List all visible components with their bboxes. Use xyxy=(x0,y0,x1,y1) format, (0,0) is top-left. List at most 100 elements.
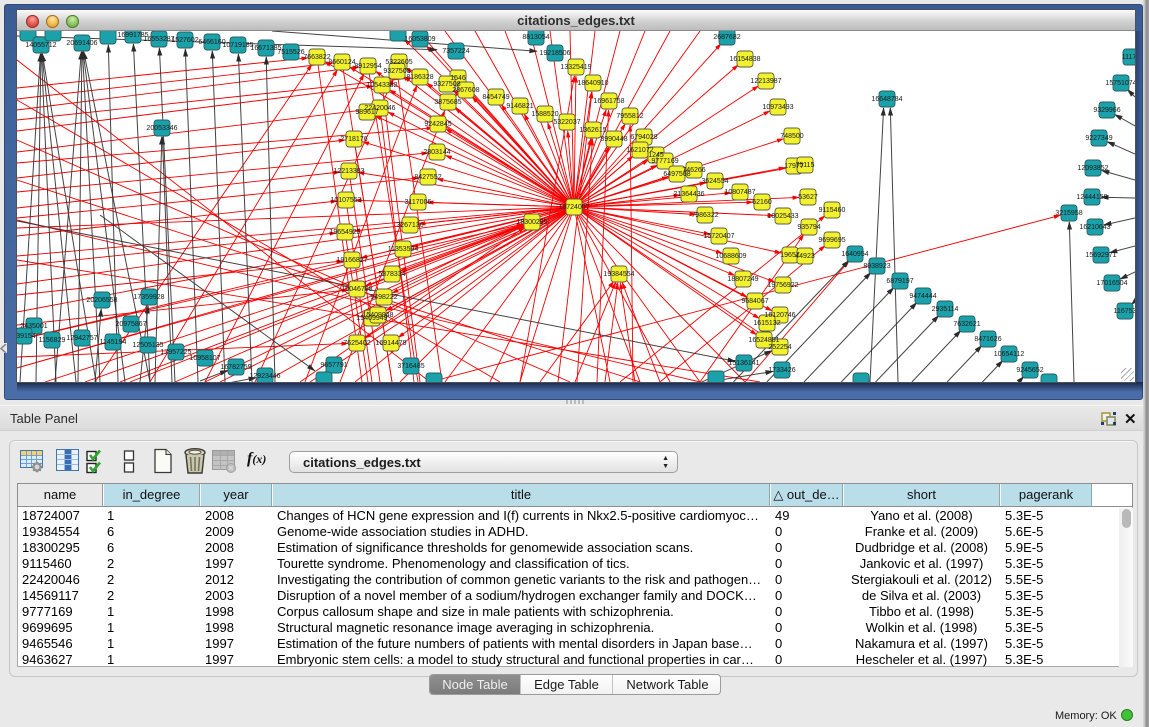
svg-text:53627: 53627 xyxy=(798,194,818,201)
svg-text:1362615: 1362615 xyxy=(579,127,606,134)
svg-text:16914479: 16914479 xyxy=(375,340,406,347)
svg-text:2435001: 2435001 xyxy=(20,323,47,330)
svg-text:748500: 748500 xyxy=(780,133,803,140)
svg-text:20206558: 20206558 xyxy=(86,297,117,304)
svg-text:12444159: 12444159 xyxy=(1076,194,1107,201)
svg-text:8912954: 8912954 xyxy=(354,63,381,70)
svg-text:12923446: 12923446 xyxy=(249,373,280,380)
svg-text:8427552: 8427552 xyxy=(414,174,441,181)
svg-text:5878334: 5878334 xyxy=(378,271,405,278)
svg-text:19218506: 19218506 xyxy=(539,50,570,57)
svg-text:2867608: 2867608 xyxy=(452,87,479,94)
svg-text:1527602: 1527602 xyxy=(171,37,198,44)
svg-text:11174: 11174 xyxy=(1122,54,1135,61)
svg-text:13325419: 13325419 xyxy=(560,64,591,71)
svg-text:9699695: 9699695 xyxy=(818,237,845,244)
svg-text:16524851: 16524851 xyxy=(748,337,779,344)
svg-text:5322605: 5322605 xyxy=(385,59,412,66)
svg-text:5322037: 5322037 xyxy=(553,119,580,126)
svg-text:17359928: 17359928 xyxy=(133,294,164,301)
svg-text:1640954: 1640954 xyxy=(841,251,868,258)
svg-text:8660124: 8660124 xyxy=(328,59,355,66)
svg-text:9242845: 9242845 xyxy=(424,121,451,128)
svg-text:6794028: 6794028 xyxy=(630,134,657,141)
svg-text:17016504: 17016504 xyxy=(1096,280,1127,287)
svg-text:8454749: 8454749 xyxy=(482,94,509,101)
svg-text:10543382: 10543382 xyxy=(366,82,397,89)
svg-text:252254: 252254 xyxy=(768,344,791,351)
svg-text:3267130: 3267130 xyxy=(396,222,423,229)
svg-text:2803144: 2803144 xyxy=(423,149,450,156)
svg-text:11353594: 11353594 xyxy=(388,246,419,253)
svg-text:7357224: 7357224 xyxy=(442,48,469,55)
svg-text:16648784: 16648784 xyxy=(871,96,902,103)
svg-text:6497568: 6497568 xyxy=(663,171,690,178)
svg-text:7632621: 7632621 xyxy=(953,321,980,328)
svg-text:1145194: 1145194 xyxy=(100,339,127,346)
svg-text:15720407: 15720407 xyxy=(703,233,734,240)
svg-text:21364436: 21364436 xyxy=(673,191,704,198)
svg-text:9498222: 9498222 xyxy=(370,294,397,301)
svg-text:6879197: 6879197 xyxy=(886,278,913,285)
svg-text:75115: 75115 xyxy=(796,162,815,169)
svg-text:7663822: 7663822 xyxy=(303,54,330,61)
svg-text:16961758: 16961758 xyxy=(593,98,624,105)
svg-text:18807249: 18807249 xyxy=(727,276,758,283)
svg-text:10958107: 10958107 xyxy=(189,355,220,362)
svg-text:15409948: 15409948 xyxy=(362,312,393,319)
svg-text:3624554: 3624554 xyxy=(701,178,728,185)
svg-text:12942757: 12942757 xyxy=(66,335,97,342)
svg-text:935794: 935794 xyxy=(797,224,820,231)
svg-text:16210643: 16210643 xyxy=(1079,224,1110,231)
svg-text:15136141: 15136141 xyxy=(728,360,759,367)
svg-text:7986322: 7986322 xyxy=(691,212,718,219)
svg-text:10973493: 10973493 xyxy=(762,104,793,111)
svg-text:9146821: 9146821 xyxy=(506,103,533,110)
svg-text:12213987: 12213987 xyxy=(750,78,781,85)
svg-text:9474444: 9474444 xyxy=(909,293,936,300)
svg-text:10807487: 10807487 xyxy=(724,189,755,196)
svg-text:7515526: 7515526 xyxy=(277,49,304,56)
svg-text:1588520: 1588520 xyxy=(531,111,558,118)
svg-text:116753: 116753 xyxy=(1114,308,1135,315)
svg-text:20975867: 20975867 xyxy=(115,321,146,328)
svg-text:10107553: 10107553 xyxy=(330,197,361,204)
svg-text:10654112: 10654112 xyxy=(994,351,1025,358)
svg-text:10719185: 10719185 xyxy=(222,42,253,49)
svg-text:15751074: 15751074 xyxy=(1105,80,1135,87)
svg-text:3716485: 3716485 xyxy=(397,363,424,370)
svg-text:15692971: 15692971 xyxy=(1085,252,1116,259)
svg-text:16782759: 16782759 xyxy=(220,364,251,371)
svg-text:12093852: 12093852 xyxy=(1077,165,1108,172)
svg-text:1733426: 1733426 xyxy=(768,367,795,374)
svg-text:18724007: 18724007 xyxy=(558,204,589,211)
svg-text:1156829: 1156829 xyxy=(39,337,66,344)
svg-text:9227349: 9227349 xyxy=(1085,135,1112,142)
svg-text:9329966: 9329966 xyxy=(1093,107,1120,114)
svg-text:3117006: 3117006 xyxy=(405,199,432,206)
svg-text:18640910: 18640910 xyxy=(577,80,608,87)
svg-text:9777169: 9777169 xyxy=(651,158,678,165)
svg-text:20691406: 20691406 xyxy=(66,40,97,47)
svg-text:19166827: 19166827 xyxy=(336,257,367,264)
svg-text:12213383: 12213383 xyxy=(333,168,364,175)
svg-text:639154: 639154 xyxy=(17,333,36,340)
svg-text:8471626: 8471626 xyxy=(974,336,1001,343)
svg-text:9684067: 9684067 xyxy=(741,298,768,305)
svg-text:10025433: 10025433 xyxy=(767,213,798,220)
svg-text:16120746: 16120746 xyxy=(764,312,795,319)
svg-text:3875685: 3875685 xyxy=(434,99,461,106)
svg-text:989617: 989617 xyxy=(355,109,378,116)
svg-text:9657791: 9657791 xyxy=(320,362,347,369)
svg-text:19654925: 19654925 xyxy=(329,229,360,236)
svg-text:8990448: 8990448 xyxy=(600,136,627,143)
svg-text:1615132: 1615132 xyxy=(753,320,780,327)
svg-text:18300295: 18300295 xyxy=(516,219,547,226)
svg-text:8938923: 8938923 xyxy=(863,263,890,270)
svg-text:7955812: 7955812 xyxy=(616,113,643,120)
svg-text:8813054: 8813054 xyxy=(522,34,549,41)
svg-text:9115460: 9115460 xyxy=(819,207,846,214)
svg-text:14055712: 14055712 xyxy=(25,42,56,49)
svg-text:8186328: 8186328 xyxy=(406,74,433,81)
svg-text:2935114: 2935114 xyxy=(932,306,959,313)
